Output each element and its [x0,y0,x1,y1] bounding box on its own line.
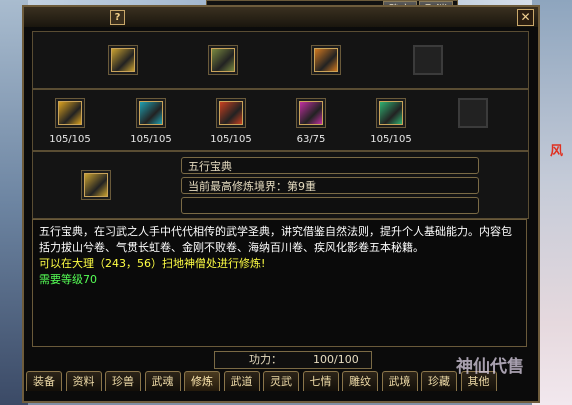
tab-4[interactable]: 武魂 [144,371,181,391]
tab-3[interactable]: 珍兽 [105,371,141,391]
description-box: 五行宝典，在习武之人手中代代相传的武学圣典，讲究借鉴自然法则，提升个人基础能力。… [32,219,527,347]
realm-field: 当前最高修炼境界：第9重 [181,177,479,194]
tab-2[interactable]: 资料 [65,371,102,391]
location-hint: 可以在大理（243，56）扫地神僧处进行修炼! [39,257,266,270]
top-slot-3[interactable] [311,45,341,75]
power-display: 功力： 100/100 [214,351,372,369]
description-text: 五行宝典，在习武之人手中代代相传的武学圣典，讲究借鉴自然法则，提升个人基础能力。… [39,225,512,254]
red-scroll-icon [219,101,243,125]
book-slot-5[interactable] [376,98,406,128]
book-slot-1[interactable] [55,98,85,128]
tab-10[interactable]: 武境 [381,371,418,391]
item-title-field: 五行宝典 [181,157,479,174]
book-count: 105/105 [49,134,91,145]
book-count: 105/105 [370,134,412,145]
power-value: 100/100 [313,353,359,366]
power-label: 功力： [249,353,282,366]
scene-side-text: 风 [550,144,564,159]
tab-8[interactable]: 七情 [302,371,339,391]
tab-6[interactable]: 武道 [223,371,260,391]
empty-slot [462,102,486,126]
window-titlebar: ? ✕ [24,7,538,27]
close-button[interactable]: ✕ [517,9,534,26]
book-count: 105/105 [210,134,252,145]
five-element-manual-icon [111,48,135,72]
top-icon-panel [32,31,529,89]
teal-scroll-icon [379,101,403,125]
watermark-text: 神仙代售 [456,357,524,377]
book-slot-2[interactable] [136,98,166,128]
cyan-scroll-icon [139,101,163,125]
book-count: 105/105 [130,134,172,145]
tab-5[interactable]: 修炼 [184,371,220,391]
book-count: 63/75 [296,134,326,145]
five-element-manual-icon [84,173,108,197]
selected-item-slot[interactable] [81,170,111,200]
info-panel: 五行宝典 当前最高修炼境界：第9重 [32,151,529,219]
tab-9[interactable]: 雕纹 [342,371,378,391]
top-slot-1[interactable] [108,45,138,75]
wrapped-bundle-icon [211,48,235,72]
tab-11[interactable]: 珍藏 [421,371,457,391]
extra-field [181,197,479,214]
level-requirement: 需要等级70 [39,273,97,286]
top-slot-2[interactable] [208,45,238,75]
empty-slot [417,49,441,73]
help-button[interactable]: ? [110,10,125,25]
book-slot-4[interactable] [296,98,326,128]
top-slot-4[interactable] [413,45,443,75]
book-slot-3[interactable] [216,98,246,128]
magenta-scroll-icon [299,101,323,125]
cultivation-window: ? ✕ 105/105 105/105 105/105 63/75 105/105 五行… [22,5,540,403]
book-slot-6[interactable] [458,98,488,128]
tab-7[interactable]: 灵武 [263,371,299,391]
gold-treasure-icon [314,48,338,72]
tab-1[interactable]: 装备 [26,371,62,391]
book-panel: 105/105 105/105 105/105 63/75 105/105 [32,89,529,151]
yellow-scroll-icon [58,101,82,125]
